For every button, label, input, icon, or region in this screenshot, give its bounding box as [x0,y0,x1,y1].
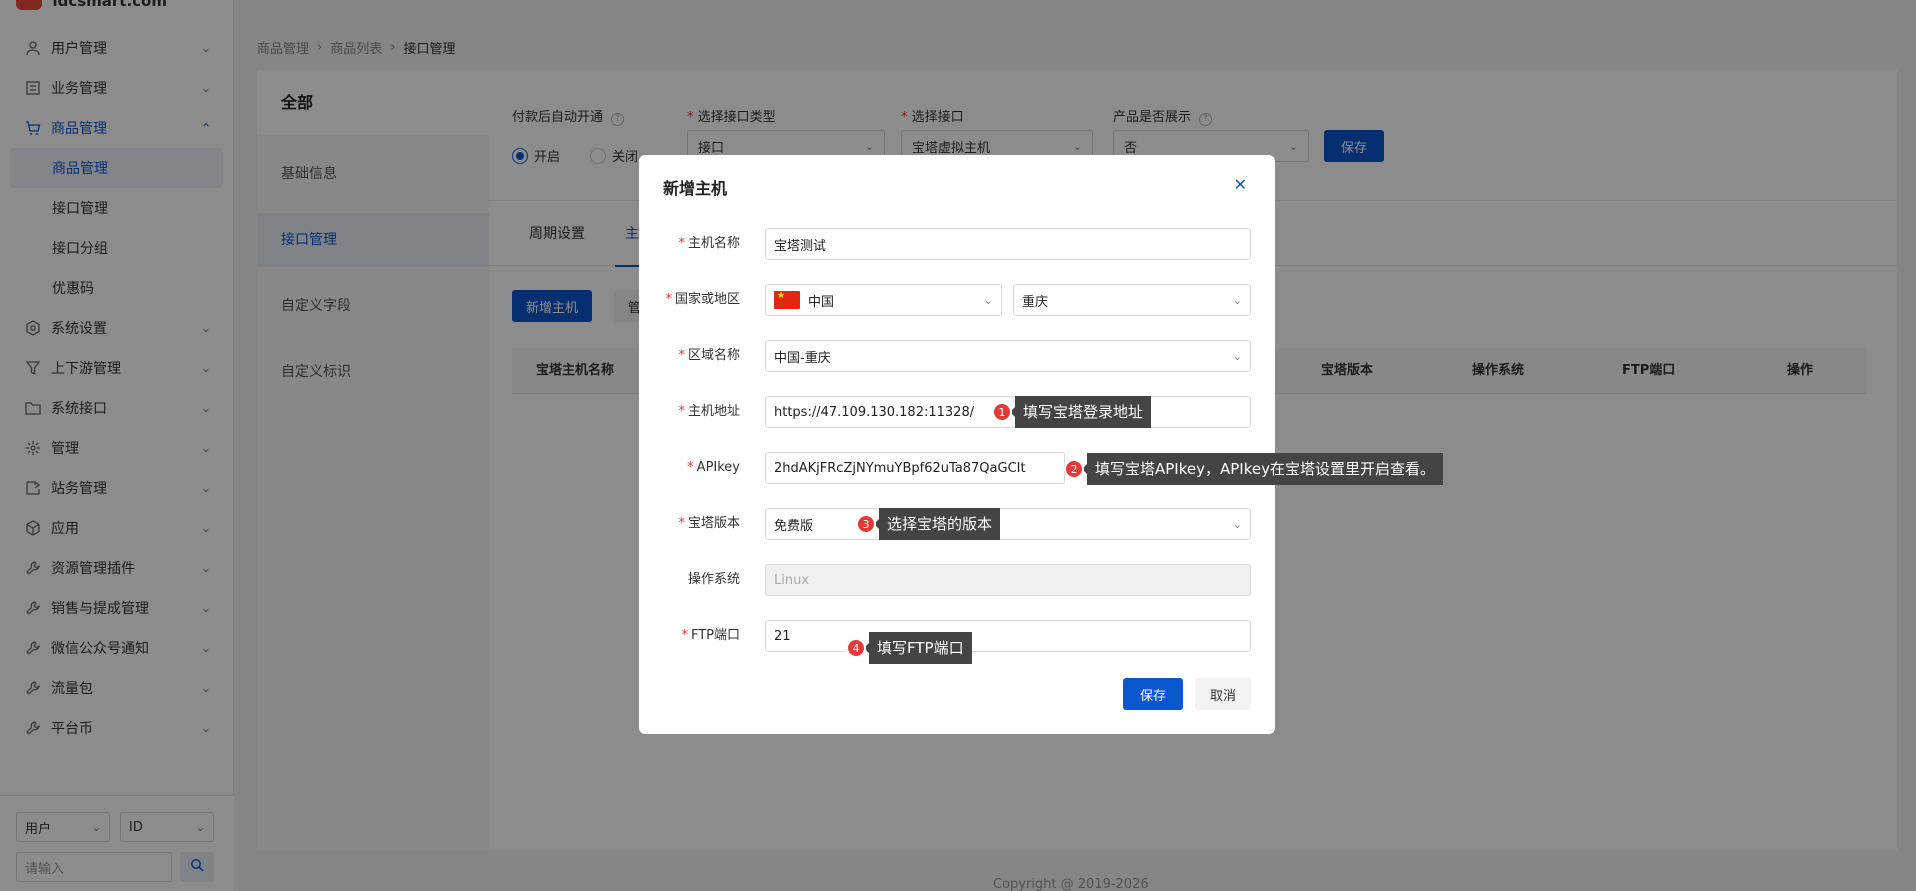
annotation-number: 1 [992,402,1012,422]
field-label: * 主机地址 [678,404,740,419]
os-input: Linux [765,564,1251,596]
annotation-text: 填写宝塔APIkey，APIkey在宝塔设置里开启查看。 [1082,453,1443,485]
field-label-text: 区域名称 [687,348,740,363]
field-label: * FTP端口 [681,628,740,643]
ftp-port-input[interactable]: 21 [765,620,1251,652]
select-value: 中国-重庆 [774,350,831,366]
annotation-tip-2: 2 填写宝塔APIkey，APIkey在宝塔设置里开启查看。 [1064,453,1443,485]
field-host-name: * 主机名称 宝塔测试 [639,228,1275,260]
input-value: 宝塔测试 [774,238,827,254]
input-placeholder: Linux [774,572,810,588]
field-area-name: * 区域名称 中国-重庆 ⌄ [639,340,1275,372]
chevron-down-icon: ⌄ [1232,293,1242,307]
china-flag-icon [774,291,800,309]
close-icon[interactable]: ✕ [1234,175,1247,194]
modal-cancel-button[interactable]: 取消 [1195,678,1251,710]
annotation-tip-4: 4 填写FTP端口 [846,632,972,664]
field-label: * 宝塔版本 [678,516,740,531]
annotation-text: 选择宝塔的版本 [873,508,1001,540]
field-label-text: APIkey [696,460,740,475]
chevron-down-icon: ⌄ [1232,517,1242,531]
annotation-tip-1: 1 填写宝塔登录地址 [992,396,1152,428]
annotation-tip-3: 3 选择宝塔的版本 [856,508,1001,540]
area-name-select[interactable]: 中国-重庆 ⌄ [765,340,1251,372]
field-label-text: 宝塔版本 [687,516,740,531]
annotation-number: 2 [1064,459,1084,479]
modal-title: 新增主机 [663,179,728,198]
input-value: 21 [774,628,791,644]
annotation-text: 填写FTP端口 [864,632,972,664]
field-region: *国家或地区 中国 ⌄ 重庆 ⌄ [639,284,1275,316]
city-select[interactable]: 重庆 ⌄ [1013,284,1251,316]
host-name-input[interactable]: 宝塔测试 [765,228,1251,260]
chevron-down-icon: ⌄ [1232,349,1242,363]
annotation-number: 3 [856,514,876,534]
field-os: 操作系统 Linux [639,564,1275,596]
select-value: 中国 [808,294,835,310]
field-label-text: 主机地址 [687,404,740,419]
field-host-address: * 主机地址 https://47.109.130.182:11328/ [639,396,1275,428]
select-value: 免费版 [774,518,814,534]
bt-version-select[interactable]: 免费版 ⌄ [765,508,1251,540]
field-label: * 国家或地区 [665,292,740,307]
field-label-text: FTP端口 [690,628,740,643]
apikey-input[interactable]: 2hdAKjFRcZjNYmuYBpf62uTa87QaGCIt [765,452,1065,484]
field-label: 操作系统 [639,564,740,596]
field-label: * 区域名称 [678,348,740,363]
input-value: 2hdAKjFRcZjNYmuYBpf62uTa87QaGCIt [774,460,1026,476]
field-label: * APIkey [687,460,740,475]
annotation-text: 填写宝塔登录地址 [1009,396,1152,428]
field-label: * 主机名称 [678,236,740,251]
input-value: https://47.109.130.182:11328/ [774,404,975,420]
field-label-text: 主机名称 [687,236,740,251]
select-value: 重庆 [1022,294,1049,310]
field-label-text: 国家或地区 [674,292,740,307]
modal-save-button[interactable]: 保存 [1123,678,1183,710]
field-label-text: 操作系统 [687,572,740,587]
chevron-down-icon: ⌄ [983,293,993,307]
annotation-number: 4 [846,638,866,658]
country-select[interactable]: 中国 ⌄ [765,284,1002,316]
